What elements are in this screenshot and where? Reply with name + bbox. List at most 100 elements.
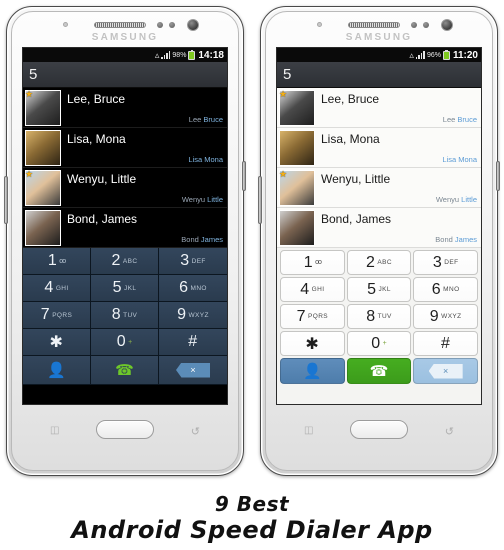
dialpad-key-5[interactable]: 5 JKL: [91, 275, 159, 302]
avatar: ★: [279, 90, 315, 126]
backspace-button[interactable]: ×: [159, 356, 227, 385]
home-button[interactable]: [350, 420, 408, 439]
contact-list: ★ Lee, Bruce Lee Bruce Lisa, Mona Lisa M…: [23, 88, 227, 248]
dialpad: 1 oo 2 ABC 3 DEF 4 GHI 5 JKL 6 MNO 7 PQRS 8 TUV …: [277, 248, 481, 387]
power-button[interactable]: [242, 161, 246, 191]
dialpad-key-5[interactable]: 5 JKL: [346, 277, 412, 302]
sensor-led-icon: [423, 22, 429, 28]
contacts-button[interactable]: 👤: [23, 356, 91, 385]
dialpad-key-1[interactable]: 1 oo: [23, 248, 91, 275]
contact-name: Wenyu, Little: [321, 172, 391, 186]
earpiece-speaker-icon: [348, 22, 400, 28]
avatar: ★: [25, 170, 61, 206]
dial-number-input[interactable]: 5: [277, 62, 481, 88]
person-icon: 👤: [47, 361, 66, 379]
dialpad-key-7[interactable]: 7 PQRS: [280, 304, 345, 329]
phone-screen-light: ▵ 96% 11:20 5 ★ Lee, Bruce Lee Bruce Lis…: [276, 47, 482, 405]
dialpad-key-0[interactable]: 0 +: [346, 331, 412, 356]
battery-icon: [442, 49, 450, 60]
sensor-led-icon: [411, 22, 417, 28]
contact-text: Wenyu, Little Wenyu Little: [319, 168, 481, 207]
person-icon: 👤: [302, 362, 322, 380]
favorite-star-icon: ★: [279, 89, 288, 99]
phone-call-icon: ☎: [115, 361, 134, 379]
dialpad-key-8[interactable]: 8 TUV: [346, 304, 412, 329]
volume-button[interactable]: [4, 176, 8, 224]
dialpad-key-7[interactable]: 7 PQRS: [23, 302, 91, 329]
plus-icon: +: [382, 340, 387, 347]
contact-text: Wenyu, Little Wenyu Little: [65, 168, 227, 207]
contact-subtitle: Bond James: [435, 235, 477, 244]
dialpad-key-6[interactable]: 6 MNO: [413, 277, 478, 302]
signal-icon: [161, 51, 171, 59]
dialpad-key-4[interactable]: 4 GHI: [23, 275, 91, 302]
caption-line-1: 9 Best: [214, 492, 290, 516]
list-item[interactable]: ★ Wenyu, Little Wenyu Little: [277, 168, 481, 208]
dialpad-key-hash[interactable]: #: [413, 331, 478, 356]
top-bezel: SAMSUNG: [6, 12, 244, 46]
call-button[interactable]: ☎: [91, 356, 159, 385]
dialpad-key-hash[interactable]: #: [159, 329, 227, 356]
phone-call-icon: ☎: [369, 362, 389, 380]
dialpad-key-9[interactable]: 9 WXYZ: [413, 304, 478, 329]
poster-caption: 9 Best Android Speed Dialer App: [0, 492, 504, 544]
battery-percent-label: 96%: [426, 51, 441, 59]
status-bar-time: 11:20: [452, 49, 478, 61]
contact-subtitle: Wenyu Little: [181, 195, 223, 204]
list-item[interactable]: Bond, James Bond James: [277, 208, 481, 248]
home-button[interactable]: [96, 420, 154, 439]
favorite-star-icon: ★: [279, 169, 288, 179]
brand-label: SAMSUNG: [91, 32, 159, 43]
contact-name: Lisa, Mona: [321, 132, 380, 146]
dialpad-key-star[interactable]: ✱: [280, 331, 345, 356]
dialpad-key-3[interactable]: 3 DEF: [159, 248, 227, 275]
list-item[interactable]: Bond, James Bond James: [23, 208, 227, 248]
dialpad-key-4[interactable]: 4 GHI: [280, 277, 345, 302]
dialpad-key-9[interactable]: 9 WXYZ: [159, 302, 227, 329]
dialpad-key-star[interactable]: ✱: [23, 329, 91, 356]
dialpad-key-6[interactable]: 6 MNO: [159, 275, 227, 302]
signal-icon: [415, 51, 425, 59]
contact-name: Lisa, Mona: [67, 132, 126, 146]
power-button[interactable]: [496, 161, 500, 191]
backspace-icon: ×: [176, 362, 210, 378]
sensor-led-icon: [169, 22, 175, 28]
menu-icon[interactable]: ◫: [50, 425, 59, 436]
contact-text: Lisa, Mona Lisa Mona: [319, 128, 481, 167]
dial-number-value: 5: [283, 66, 292, 83]
wifi-icon: ▵: [154, 49, 160, 60]
dialpad-key-0[interactable]: 0 +: [91, 329, 159, 356]
contacts-button[interactable]: 👤: [280, 358, 345, 384]
list-item[interactable]: Lisa, Mona Lisa Mona: [23, 128, 227, 168]
list-item[interactable]: Lisa, Mona Lisa Mona: [277, 128, 481, 168]
dial-number-input[interactable]: 5: [23, 62, 227, 88]
avatar: [279, 210, 315, 246]
dialpad-key-2[interactable]: 2 ABC: [91, 248, 159, 275]
call-button[interactable]: ☎: [346, 358, 412, 384]
list-item[interactable]: ★ Lee, Bruce Lee Bruce: [23, 88, 227, 128]
dialpad-key-1[interactable]: 1 oo: [280, 250, 345, 275]
list-item[interactable]: ★ Lee, Bruce Lee Bruce: [277, 88, 481, 128]
dialpad-key-3[interactable]: 3 DEF: [413, 250, 478, 275]
volume-button[interactable]: [258, 176, 262, 224]
backspace-button[interactable]: ×: [413, 358, 478, 384]
back-icon[interactable]: ↺: [445, 425, 454, 438]
favorite-star-icon: ★: [25, 89, 34, 99]
avatar: [25, 130, 61, 166]
dialpad-key-8[interactable]: 8 TUV: [91, 302, 159, 329]
list-item[interactable]: ★ Wenyu, Little Wenyu Little: [23, 168, 227, 208]
contact-list: ★ Lee, Bruce Lee Bruce Lisa, Mona Lisa M…: [277, 88, 481, 248]
contact-subtitle: Lee Bruce: [442, 115, 477, 124]
back-icon[interactable]: ↺: [191, 425, 200, 438]
contact-name: Lee, Bruce: [321, 92, 380, 106]
dialpad-key-2[interactable]: 2 ABC: [346, 250, 412, 275]
wifi-icon: ▵: [409, 49, 414, 60]
status-bar-time: 14:18: [198, 49, 224, 61]
proximity-sensor-icon: [317, 22, 322, 27]
earpiece-speaker-icon: [94, 22, 146, 28]
battery-icon: [188, 49, 196, 60]
menu-icon[interactable]: ◫: [304, 425, 313, 436]
phone-screen-dark: ▵ 98% 14:18 5 ★ Lee, Bruce Lee Bruce Lis…: [22, 47, 228, 405]
status-bar: ▵ 96% 11:20: [277, 48, 481, 62]
contact-subtitle: Lisa Mona: [442, 155, 477, 164]
